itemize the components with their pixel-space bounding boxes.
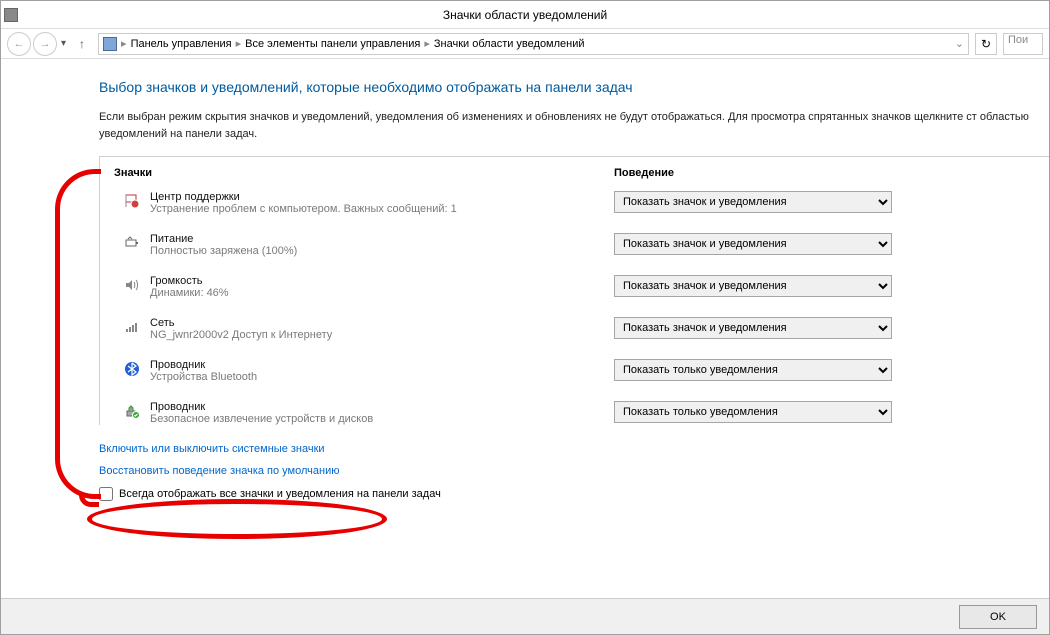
page-title: Выбор значков и уведомлений, которые нео… — [99, 79, 1049, 95]
flag-icon — [124, 193, 140, 209]
icon-list: Значки Поведение Центр поддержкиУстранен… — [99, 156, 1049, 425]
title-bar: Значки области уведомлений — [1, 1, 1049, 29]
battery-icon — [124, 235, 140, 251]
list-row: ПроводникБезопасное извлечение устройств… — [114, 401, 1035, 425]
always-show-checkbox-row: Всегда отображать все значки и уведомлен… — [99, 487, 1049, 501]
network-icon — [124, 319, 140, 335]
back-button[interactable]: ← — [7, 32, 31, 56]
volume-icon — [124, 277, 140, 293]
up-button[interactable]: ↑ — [72, 34, 92, 54]
forward-button[interactable]: → — [33, 32, 57, 56]
behavior-select[interactable]: Показать значок и уведомленияПоказать то… — [614, 317, 892, 339]
breadcrumb-root[interactable]: Панель управления — [131, 38, 232, 50]
nav-bar: ← → ▾ ↑ ▸ Панель управления ▸ Все элемен… — [1, 29, 1049, 59]
item-name: Проводник — [150, 359, 614, 371]
list-row: ПроводникУстройства BluetoothПоказать зн… — [114, 359, 1035, 383]
list-row: ГромкостьДинамики: 46%Показать значок и … — [114, 275, 1035, 299]
col-header-icons: Значки — [114, 167, 614, 179]
ok-button[interactable]: OK — [959, 605, 1037, 629]
list-row: Центр поддержкиУстранение проблем с комп… — [114, 191, 1035, 215]
system-icon — [4, 8, 18, 22]
item-name: Питание — [150, 233, 614, 245]
behavior-select[interactable]: Показать значок и уведомленияПоказать то… — [614, 401, 892, 423]
history-dropdown-icon[interactable]: ▾ — [61, 38, 66, 49]
link-section: Включить или выключить системные значки … — [99, 443, 1049, 477]
breadcrumb-leaf[interactable]: Значки области уведомлений — [434, 38, 585, 50]
chevron-right-icon: ▸ — [121, 37, 127, 50]
eject-icon — [124, 403, 140, 419]
list-header: Значки Поведение — [114, 167, 1035, 179]
chevron-down-icon[interactable]: ⌄ — [955, 37, 964, 50]
item-detail: Динамики: 46% — [150, 287, 614, 299]
footer: OK — [1, 598, 1049, 634]
chevron-right-icon: ▸ — [236, 37, 242, 50]
list-row: ПитаниеПолностью заряжена (100%)Показать… — [114, 233, 1035, 257]
always-show-checkbox[interactable] — [99, 487, 113, 501]
refresh-button[interactable]: ↻ — [975, 33, 997, 55]
behavior-select[interactable]: Показать значок и уведомленияПоказать то… — [614, 233, 892, 255]
list-row: СетьNG_jwnr2000v2 Доступ к ИнтернетуПока… — [114, 317, 1035, 341]
item-name: Громкость — [150, 275, 614, 287]
chevron-right-icon: ▸ — [424, 37, 430, 50]
page-description: Если выбран режим скрытия значков и увед… — [99, 109, 1049, 142]
window-title: Значки области уведомлений — [443, 8, 607, 22]
control-panel-icon — [103, 37, 117, 51]
search-input[interactable]: Пои — [1003, 33, 1043, 55]
item-detail: Устранение проблем с компьютером. Важных… — [150, 203, 614, 215]
col-header-behavior: Поведение — [614, 167, 1035, 179]
bluetooth-icon — [124, 361, 140, 377]
breadcrumb[interactable]: ▸ Панель управления ▸ Все элементы панел… — [98, 33, 969, 55]
item-detail: Безопасное извлечение устройств и дисков — [150, 413, 614, 425]
item-name: Центр поддержки — [150, 191, 614, 203]
item-detail: NG_jwnr2000v2 Доступ к Интернету — [150, 329, 614, 341]
content-area: Выбор значков и уведомлений, которые нео… — [1, 59, 1049, 599]
item-name: Сеть — [150, 317, 614, 329]
restore-default-link[interactable]: Восстановить поведение значка по умолчан… — [99, 465, 1049, 477]
window: Значки области уведомлений ← → ▾ ↑ ▸ Пан… — [0, 0, 1050, 635]
toggle-system-icons-link[interactable]: Включить или выключить системные значки — [99, 443, 1049, 455]
behavior-select[interactable]: Показать значок и уведомленияПоказать то… — [614, 359, 892, 381]
item-detail: Полностью заряжена (100%) — [150, 245, 614, 257]
always-show-label: Всегда отображать все значки и уведомлен… — [119, 488, 441, 500]
behavior-select[interactable]: Показать значок и уведомленияПоказать то… — [614, 275, 892, 297]
rows-container: Центр поддержкиУстранение проблем с комп… — [114, 191, 1035, 425]
breadcrumb-mid[interactable]: Все элементы панели управления — [245, 38, 420, 50]
item-detail: Устройства Bluetooth — [150, 371, 614, 383]
behavior-select[interactable]: Показать значок и уведомленияПоказать то… — [614, 191, 892, 213]
item-name: Проводник — [150, 401, 614, 413]
